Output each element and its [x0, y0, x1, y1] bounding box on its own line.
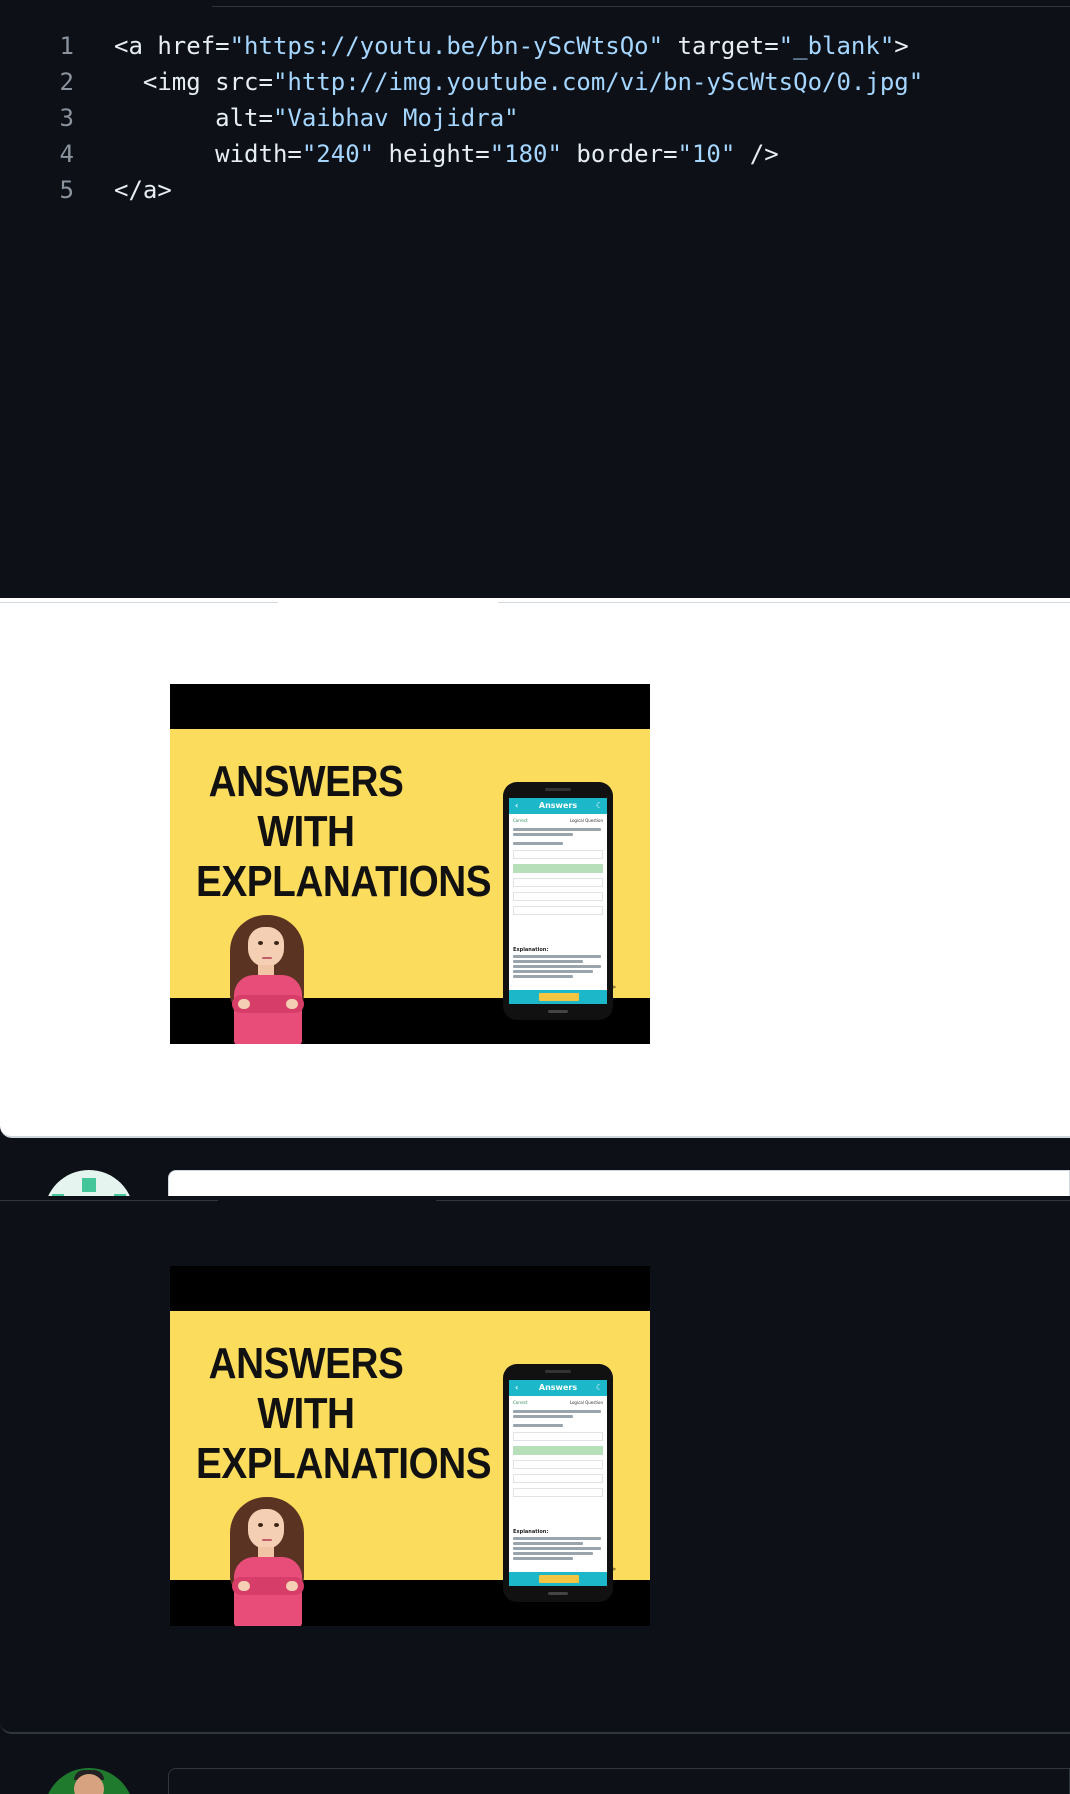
code-tag-token: height= — [374, 140, 490, 168]
thumbnail-headline: ANSWERS WITH EXPLANATIONS — [196, 757, 492, 907]
comment-box-light[interactable] — [168, 1170, 1070, 1198]
headline-line-1: ANSWERS WITH — [208, 757, 404, 856]
code-string-token: "10" — [677, 140, 736, 168]
tab-divider-right — [498, 598, 1070, 603]
back-arrow-icon: ‹ — [515, 801, 519, 810]
phone-screen: ‹ Answers ☾ Correct Logical Question Exp… — [509, 1380, 607, 1586]
line-number: 4 — [59, 140, 74, 168]
tab-divider-left — [0, 598, 278, 603]
headline-line-2: EXPLANATIONS — [196, 857, 492, 906]
code-tag-token: alt= — [114, 104, 273, 132]
code-text: width="240" height="180" border="10" /> — [114, 136, 779, 172]
phone-title: Answers — [538, 1383, 578, 1392]
phone-explanation-label: Explanation: — [513, 947, 549, 953]
phone-screen: ‹ Answers ☾ Correct Logical Question Exp… — [509, 798, 607, 1004]
code-string-token: "https://youtu.be/bn-yScWtsQo" — [229, 32, 664, 60]
phone-category: Logical Question — [569, 818, 603, 823]
code-string-token: "_blank" — [778, 32, 895, 60]
phone-meta: Correct Logical Question — [513, 818, 603, 824]
thumbnail-headline: ANSWERS WITH EXPLANATIONS — [196, 1339, 492, 1489]
thumbnail-yellow-band: ANSWERS WITH EXPLANATIONS ‹ Answers ☾ Co… — [170, 729, 650, 1044]
code-tag-token: > — [894, 32, 909, 60]
code-string-token: "240" — [301, 140, 375, 168]
phone-status: Correct — [513, 1400, 528, 1405]
thumbnail-yellow-band: ANSWERS WITH EXPLANATIONS ‹ Answers ☾ Co… — [170, 1311, 650, 1626]
code-tag-token: /> — [735, 140, 779, 168]
avatar-user-photo[interactable] — [44, 1768, 134, 1794]
girl-illustration — [228, 915, 308, 1044]
girl-illustration — [228, 1497, 308, 1626]
code-string-token: "http://img.youtube.com/vi/bn-yScWtsQo/0… — [272, 68, 924, 96]
phone-mockup: ‹ Answers ☾ Correct Logical Question Exp… — [503, 1364, 613, 1602]
code-tag-token: width= — [114, 140, 302, 168]
phone-status: Correct — [513, 818, 528, 823]
headline-line-1: ANSWERS WITH — [208, 1339, 404, 1438]
code-string-token: "180" — [489, 140, 562, 168]
phone-appbar: ‹ Answers ☾ — [509, 1380, 607, 1396]
youtube-thumbnail-link-dark[interactable]: ANSWERS WITH EXPLANATIONS ‹ Answers ☾ Co… — [170, 1266, 650, 1626]
back-arrow-icon: ‹ — [515, 1383, 519, 1392]
code-tag-token: <a href= — [114, 32, 230, 60]
code-text: <a href="https://youtu.be/bn-yScWtsQo" t… — [114, 28, 909, 64]
code-tag-token: target= — [663, 32, 779, 60]
avatar-identicon[interactable] — [44, 1170, 134, 1198]
headline-line-2: EXPLANATIONS — [196, 1439, 492, 1488]
phone-meta: Correct Logical Question — [513, 1400, 603, 1406]
code-text: alt="Vaibhav Mojidra" — [114, 100, 519, 136]
line-number: 2 — [59, 68, 74, 96]
code-tag-token: <img src= — [114, 68, 273, 96]
code-tag-token: </a> — [114, 176, 172, 204]
line-number: 5 — [59, 176, 74, 204]
phone-bottombar — [509, 1572, 607, 1586]
phone-category: Logical Question — [569, 1400, 603, 1405]
line-number: 3 — [59, 104, 74, 132]
code-panel-top-border — [212, 0, 1070, 7]
code-text: </a> — [114, 172, 172, 208]
comment-box-dark[interactable] — [168, 1768, 1070, 1794]
moon-icon: ☾ — [595, 1383, 603, 1392]
phone-appbar: ‹ Answers ☾ — [509, 798, 607, 814]
youtube-thumbnail-link[interactable]: ANSWERS WITH EXPLANATIONS ‹ Answers ☾ Co… — [170, 684, 650, 1044]
code-string-token: "Vaibhav Mojidra" — [272, 104, 519, 132]
tab-divider-left-dark — [0, 1196, 218, 1201]
moon-icon: ☾ — [595, 801, 603, 810]
phone-mockup: ‹ Answers ☾ Correct Logical Question Exp… — [503, 782, 613, 1020]
line-number: 1 — [59, 32, 74, 60]
code-text: <img src="http://img.youtube.com/vi/bn-y… — [114, 64, 923, 100]
code-tag-token: border= — [561, 140, 678, 168]
phone-title: Answers — [538, 801, 578, 810]
code-panel: 1 <a href="https://youtu.be/bn-yScWtsQo" … — [0, 0, 1070, 598]
phone-explanation-label: Explanation: — [513, 1529, 549, 1535]
preview-tabs-light — [0, 598, 1070, 604]
phone-bottombar — [509, 990, 607, 1004]
tab-divider-right-dark — [436, 1196, 1070, 1201]
